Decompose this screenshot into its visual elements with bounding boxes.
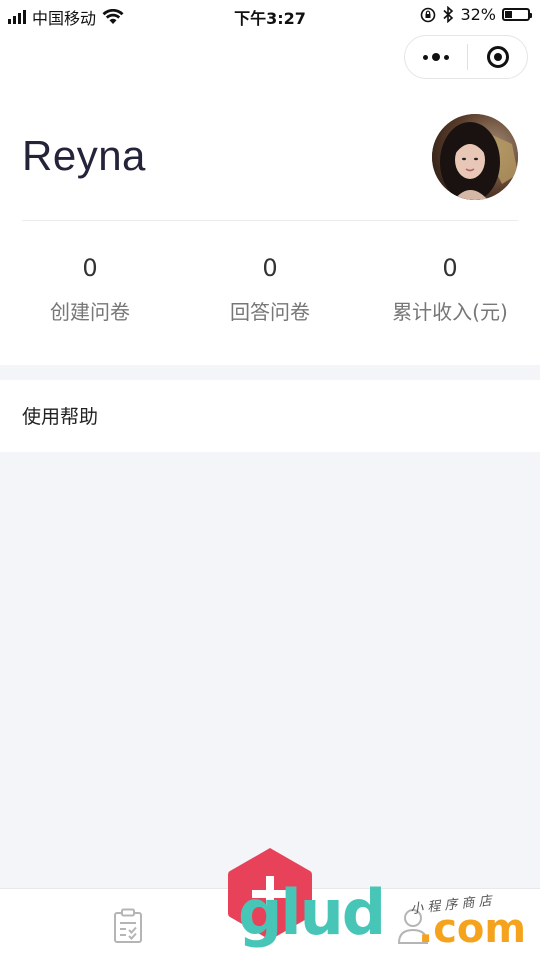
stat-value: 0 [442,254,458,282]
rotation-lock-icon [421,7,436,22]
battery-icon [502,8,532,21]
user-icon[interactable] [396,907,430,945]
stat-value: 0 [262,254,278,282]
profile-divider [22,220,518,221]
avatar-photo [432,114,518,200]
bluetooth-icon [443,6,454,23]
add-survey-button[interactable] [226,846,314,942]
miniprogram-capsule [404,35,528,79]
stat-label: 创建问卷 [50,300,130,324]
stat-total-income[interactable]: 0 累计收入(元) [360,250,540,325]
stats-row: 0 创建问卷 0 回答问卷 0 累计收入(元) [0,250,540,325]
avatar[interactable] [432,114,518,200]
stat-created-surveys[interactable]: 0 创建问卷 [0,250,180,325]
help-menu-item[interactable]: 使用帮助 [0,380,540,452]
clipboard-icon[interactable] [113,908,143,944]
stat-label: 累计收入(元) [392,300,508,324]
user-name: Reyna [22,132,146,179]
help-label: 使用帮助 [22,406,99,428]
stat-value: 0 [82,254,98,282]
battery-percent: 32% [460,5,496,24]
close-miniprogram-button[interactable] [468,46,527,68]
stat-answered-surveys[interactable]: 0 回答问卷 [180,250,360,325]
status-bar: 中国移动 下午3:27 32% [0,0,540,32]
status-right: 32% [420,5,532,24]
stat-label: 回答问卷 [230,300,310,324]
target-icon [486,46,509,68]
more-dots-icon[interactable] [405,53,467,61]
